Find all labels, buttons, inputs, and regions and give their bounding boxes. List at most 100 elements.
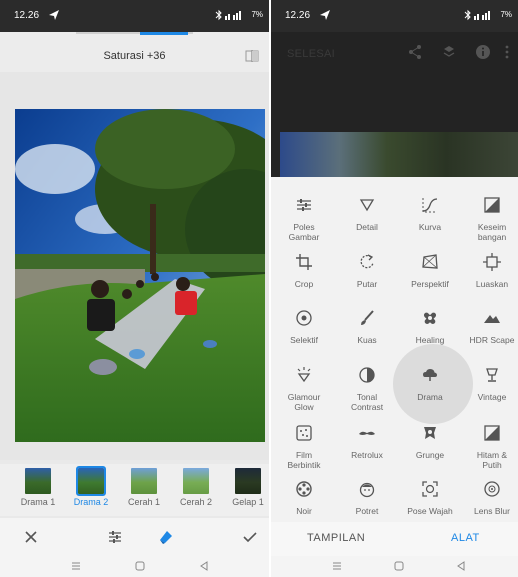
filter-cerah-2[interactable]: Cerah 2 [172,468,220,507]
signal-icon [474,11,490,20]
bluetooth-icon [464,9,471,21]
contrast-icon [359,367,375,383]
tool-label: Poles Gambar [288,222,320,242]
editor-filter-panel: 12.26 7% Saturasi +36 Drama 1 Drama 2 Ce… [0,0,269,577]
tool-kurva[interactable]: Kurva [399,195,461,232]
tool-noir[interactable]: Noir [273,479,335,516]
tab-tools[interactable]: ALAT [451,532,480,544]
filter-drama-1[interactable]: Drama 1 [14,468,62,507]
close-icon[interactable] [22,528,40,546]
filter-drama-2[interactable]: Drama 2 [67,466,115,507]
crop-icon [296,254,312,270]
tool-label: Lens Blur [474,506,510,516]
system-navigation-bar [0,556,269,577]
triangle-down-icon [359,199,375,212]
home-icon[interactable] [134,560,146,572]
recent-apps-icon[interactable] [70,560,82,572]
tool-grunge[interactable]: Grunge [399,423,461,460]
tool-label: Vintage [477,392,507,402]
tool-perspektif[interactable]: Perspektif [399,252,461,289]
tool-selektif[interactable]: Selektif [273,308,335,345]
tool-label: Kuas [357,335,377,345]
brush-icon [361,310,374,325]
tune-icon [297,199,311,211]
tool-lens-blur[interactable]: Lens Blur [461,479,518,516]
filter-label: Drama 2 [73,497,109,507]
tool-hdr-scape[interactable]: HDR Scape [461,308,518,345]
tools-panel: 12.26 7% SELESAI Poles Gambar Detail Kurva K… [271,0,518,577]
tool-kuas[interactable]: Kuas [336,308,398,345]
bottom-tabs: TAMPILAN ALAT [271,522,518,556]
perspective-icon [422,254,438,269]
stack-icon[interactable] [441,44,457,60]
filter-header: Saturasi +36 [0,32,269,72]
photo-image [15,109,265,442]
back-icon[interactable] [198,560,210,572]
tool-keseim-bangan[interactable]: Keseim bangan [461,195,518,242]
tool-label: Film Berbintik [287,450,321,470]
filter-cerah-1[interactable]: Cerah 1 [120,468,168,507]
status-time: 12.26 [14,10,40,21]
filter-thumbnail [76,466,106,496]
tool-luaskan[interactable]: Luaskan [461,252,518,289]
status-time: 12.26 [285,10,311,21]
face-pose-icon [422,481,438,497]
tool-label: Pose Wajah [407,506,453,516]
recent-apps-icon[interactable] [331,560,343,572]
style-icon[interactable] [157,528,175,546]
info-icon[interactable] [475,44,491,60]
dimmed-header: SELESAI [271,32,518,177]
tool-label: Potret [355,506,379,516]
filter-gelap-1[interactable]: Gelap 1 [224,468,269,507]
tool-label: Kurva [418,222,442,232]
tool-pose-wajah[interactable]: Pose Wajah [399,479,461,516]
home-icon[interactable] [393,560,405,572]
bluetooth-icon [215,9,222,21]
tool-label: Grunge [415,450,445,460]
more-options-icon[interactable] [503,44,511,60]
battery-level: 7% [251,10,263,19]
sliders-icon[interactable] [106,528,124,546]
tool-crop[interactable]: Crop [273,252,335,289]
selective-icon [296,310,312,326]
done-button[interactable]: SELESAI [287,48,335,60]
tool-tonal-contrast[interactable]: Tonal Contrast [336,365,398,412]
tool-label: Selektif [290,335,318,345]
tool-label: Healing [415,335,445,345]
tool-label: Glamour Glow [287,392,321,412]
cloud-icon [423,369,437,381]
filter-thumbnail [131,468,157,494]
photo-preview [280,132,518,177]
tool-label: HDR Scape [469,335,515,345]
tool-detail[interactable]: Detail [336,195,398,232]
adjustment-title: Saturasi +36 [103,50,166,62]
tool-retrolux[interactable]: Retrolux [336,423,398,460]
tool-hitam-putih[interactable]: Hitam & Putih [461,423,518,470]
tool-vintage[interactable]: Vintage [461,365,518,402]
tool-film-berbintik[interactable]: Film Berbintik [273,423,335,470]
tool-potret[interactable]: Potret [336,479,398,516]
edited-photo[interactable] [15,109,265,442]
check-icon[interactable] [241,528,259,546]
back-icon[interactable] [455,560,467,572]
filter-label: Cerah 1 [127,497,161,507]
curves-icon [422,198,438,213]
film-grain-icon [296,425,312,441]
tool-poles-gambar[interactable]: Poles Gambar [273,195,335,242]
compare-icon[interactable] [245,49,259,63]
tool-label: Keseim bangan [477,222,507,242]
tool-label: Tonal Contrast [350,392,384,412]
tab-looks[interactable]: TAMPILAN [307,532,365,544]
tool-putar[interactable]: Putar [336,252,398,289]
tool-drama[interactable]: Drama [399,365,461,402]
signal-icon [225,11,241,20]
battery-level: 7% [500,10,512,19]
tool-glamour-glow[interactable]: Glamour Glow [273,365,335,412]
navigation-arrow-icon [320,10,330,20]
white-balance-icon [484,197,500,213]
mustache-icon [359,431,375,435]
lamp-icon [486,368,498,382]
tool-healing[interactable]: Healing [399,308,461,345]
glow-icon [297,367,311,383]
share-icon[interactable] [407,44,423,60]
